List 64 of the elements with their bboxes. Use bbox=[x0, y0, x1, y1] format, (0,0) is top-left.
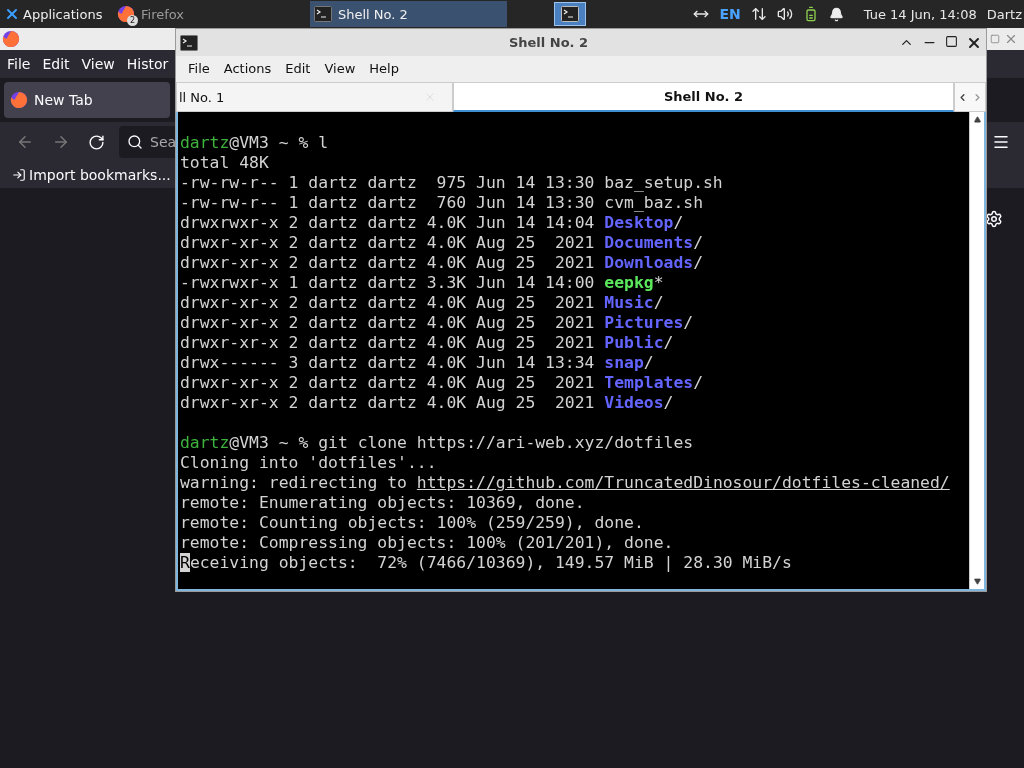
import-bookmarks-link[interactable]: Import bookmarks... bbox=[12, 167, 171, 183]
menu-item[interactable]: Edit bbox=[285, 60, 311, 76]
menu-item[interactable]: Actions bbox=[223, 60, 272, 76]
scroll-down-icon[interactable] bbox=[973, 578, 981, 585]
terminal-line: drwxr-xr-x 2 dartz dartz 4.0K Aug 25 2021 Downloads/ bbox=[180, 253, 704, 273]
terminal-line: drwxr-xr-x 2 dartz dartz 4.0K Aug 25 2021 Pictures/ bbox=[180, 313, 695, 333]
taskbar-item[interactable]: Shell No. 2 bbox=[310, 1, 507, 27]
terminal-line: -rw-rw-r-- 1 dartz dartz 760 Jun 14 13:30 cvm_baz.sh bbox=[180, 193, 704, 213]
back-icon[interactable] bbox=[16, 133, 34, 151]
terminal-line: drwxr-xr-x 2 dartz dartz 4.0K Aug 25 2021 Documents/ bbox=[180, 233, 704, 253]
keyboard-layout[interactable]: EN bbox=[719, 6, 741, 22]
menu-item[interactable]: File bbox=[188, 60, 210, 76]
terminal-line: remote: Counting objects: 100% (259/259), done. bbox=[180, 513, 645, 533]
terminal-icon bbox=[180, 34, 198, 51]
forward-icon[interactable] bbox=[52, 133, 70, 151]
terminal-line: drwxr-xr-x 2 dartz dartz 4.0K Aug 25 2021 Videos/ bbox=[180, 393, 675, 413]
scrollbar[interactable] bbox=[969, 112, 984, 589]
scroll-up-icon[interactable] bbox=[973, 116, 981, 123]
import-icon bbox=[12, 168, 26, 182]
menu-icon[interactable] bbox=[992, 133, 1010, 151]
terminal-line: remote: Enumerating objects: 10369, done. bbox=[180, 493, 586, 513]
maximize-icon[interactable] bbox=[945, 34, 958, 48]
settings-icon[interactable] bbox=[985, 210, 1003, 228]
terminal-line: drwxrwxr-x 2 dartz dartz 4.0K Jun 14 14:04 Desktop/ bbox=[180, 213, 685, 233]
terminal-icon bbox=[314, 6, 332, 22]
terminal-line: drwxr-xr-x 2 dartz dartz 4.0K Aug 25 2021 Public/ bbox=[180, 333, 675, 353]
terminal-line: dartz@VM3 ~ % git clone https://ari-web.xyz/dotfiles bbox=[180, 433, 695, 453]
clock[interactable]: Tue 14 Jun, 14:08 bbox=[863, 6, 977, 22]
terminal-line: remote: Compressing objects: 100% (201/201), done. bbox=[180, 533, 675, 553]
user-name[interactable]: Dartz bbox=[986, 6, 1022, 22]
browser-tab[interactable]: New Tab bbox=[4, 82, 170, 118]
terminal-tab[interactable]: Shell No. 2 bbox=[453, 82, 954, 112]
reload-icon[interactable] bbox=[88, 133, 105, 151]
terminal-line: drwxr-xr-x 2 dartz dartz 4.0K Aug 25 2021 Templates/ bbox=[180, 373, 704, 393]
terminal-line: -rwxrwxr-x 1 dartz dartz 3.3K Jun 14 14:00 eepkg* bbox=[180, 273, 665, 293]
firefox-icon bbox=[117, 5, 135, 23]
menu-item[interactable]: View bbox=[324, 60, 356, 76]
menu-item[interactable]: View bbox=[81, 56, 115, 72]
applications-menu[interactable]: Applications bbox=[0, 0, 113, 28]
volume-icon[interactable] bbox=[776, 6, 793, 22]
terminal-line: Cloning into 'dotfiles'... bbox=[180, 453, 438, 473]
terminal-line: total 48K bbox=[180, 153, 270, 173]
terminal-tab[interactable]: ll No. 1 bbox=[176, 82, 453, 112]
window-title: Shell No. 2 bbox=[508, 35, 589, 50]
menu-item[interactable]: Edit bbox=[42, 56, 70, 72]
xfce-icon bbox=[4, 6, 20, 22]
terminal-line: dartz@VM3 ~ % l bbox=[180, 133, 330, 153]
search-icon bbox=[127, 134, 143, 150]
menu-item[interactable]: File bbox=[7, 56, 31, 72]
terminal-text: warning: redirecting to bbox=[180, 473, 408, 492]
firefox-icon bbox=[2, 30, 20, 48]
count-badge: 2 bbox=[127, 15, 138, 26]
network-icon[interactable] bbox=[750, 6, 767, 22]
menu-item[interactable]: Histor bbox=[126, 56, 169, 72]
taskbar-item[interactable]: 2 Firefox bbox=[113, 1, 310, 27]
terminal-line: -rw-rw-r-- 1 dartz dartz 975 Jun 14 13:30 baz_setup.sh bbox=[180, 173, 724, 193]
link[interactable]: https://github.com/TruncatedDinosour/dotfiles-cleaned/ bbox=[416, 473, 950, 492]
workspace-switcher[interactable] bbox=[554, 2, 586, 26]
menu-item[interactable]: Help bbox=[369, 60, 399, 76]
notification-icon[interactable] bbox=[828, 6, 844, 22]
firefox-icon bbox=[10, 91, 28, 109]
terminal-line: drwxr-xr-x 2 dartz dartz 4.0K Aug 25 2021 Music/ bbox=[180, 293, 665, 313]
terminal-icon bbox=[561, 6, 579, 22]
terminal-line: drwx------ 3 dartz dartz 4.0K Jun 14 13:34 snap/ bbox=[180, 353, 655, 373]
